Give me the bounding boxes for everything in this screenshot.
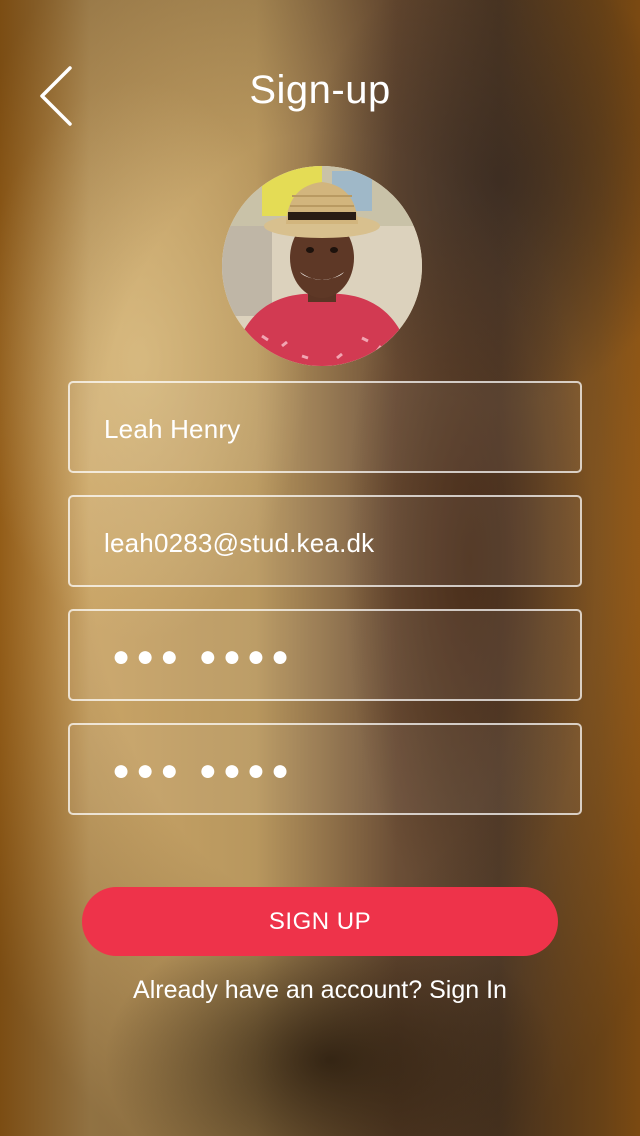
signin-prompt: Already have an account? Sign In [0, 976, 640, 1005]
email-field[interactable]: leah0283@stud.kea.dk [68, 495, 582, 587]
name-field[interactable]: Leah Henry [68, 381, 582, 473]
user-photo-avatar [222, 166, 422, 366]
signup-button[interactable]: SIGN UP [82, 887, 558, 956]
name-field-value: Leah Henry [104, 414, 241, 444]
page-title: Sign-up [249, 68, 391, 112]
email-field-value: leah0283@stud.kea.dk [104, 528, 375, 558]
confirm-password-field[interactable]: ●●● ●●●● [68, 723, 582, 815]
password-field[interactable]: ●●● ●●●● [68, 609, 582, 701]
avatar[interactable] [222, 166, 422, 366]
signin-link[interactable]: Sign In [429, 976, 507, 1004]
confirm-password-field-value: ●●● ●●●● [112, 754, 296, 787]
password-field-value: ●●● ●●●● [112, 640, 296, 673]
account-prompt-text: Already have an account? [133, 976, 423, 1004]
